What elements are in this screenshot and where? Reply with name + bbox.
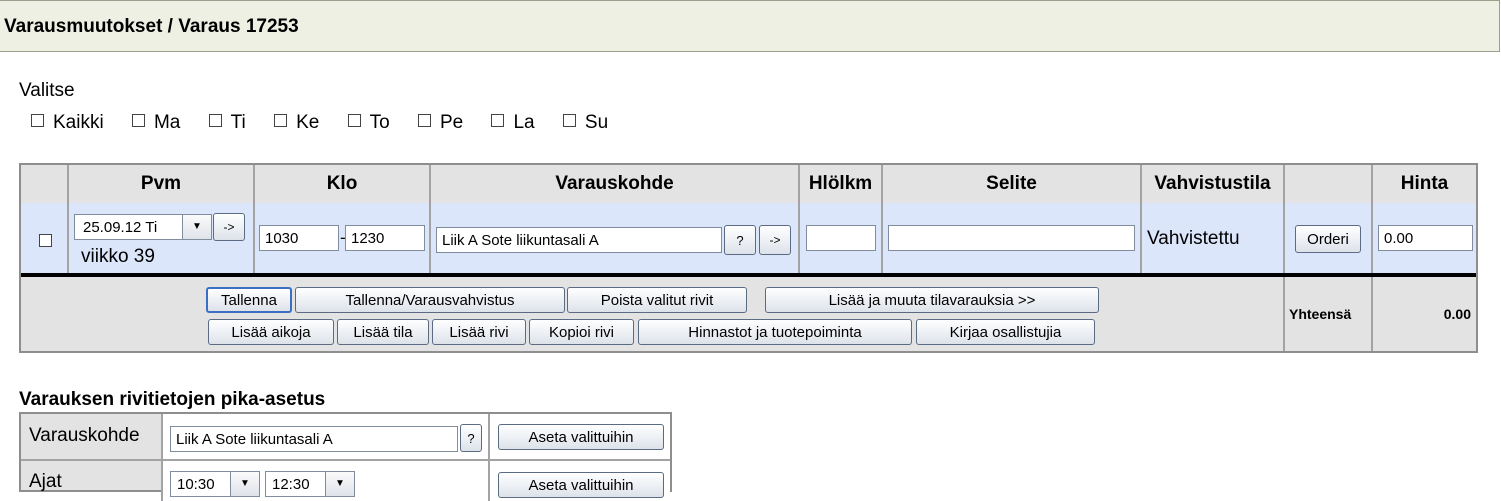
quick-action-cell: Aseta valittuihin (490, 461, 670, 501)
quick-target-label: Varauskohde (29, 425, 140, 446)
col-target: Varauskohde (431, 165, 800, 203)
total-label: Yhteensä (1289, 306, 1352, 322)
row-status-cell: Vahvistettu (1142, 203, 1285, 275)
page-header: Varausmuutokset / Varaus 17253 (0, 0, 1500, 52)
quick-settings-table: Varauskohde ? Aseta valittuihin Ajat 10:… (19, 412, 672, 501)
page-title: Varausmuutokset / Varaus 17253 (4, 16, 299, 37)
col-price: Hinta (1373, 165, 1476, 203)
date-select[interactable]: 25.09.12 Ti ▼ (74, 214, 212, 240)
quick-end-select[interactable]: 12:30 ▼ (265, 471, 355, 497)
target-input[interactable] (436, 227, 722, 253)
checkbox-thu[interactable] (347, 114, 361, 128)
select-label: Valitse (19, 80, 75, 101)
quick-action-cell: Aseta valittuihin (490, 414, 670, 459)
checkbox-sun[interactable] (562, 114, 576, 128)
row-description-cell (883, 203, 1142, 275)
description-input[interactable] (888, 225, 1135, 251)
col-description: Selite (883, 165, 1142, 203)
col-date: Pvm (69, 165, 255, 203)
checkbox-tue[interactable] (208, 114, 222, 128)
status-text: Vahvistettu (1147, 228, 1240, 249)
persons-input[interactable] (806, 225, 876, 251)
row-select-cell (21, 203, 69, 275)
target-arrow-button[interactable]: -> (759, 225, 791, 255)
col-order (1285, 165, 1373, 203)
checkbox-mon[interactable] (131, 114, 145, 128)
checkbox-all[interactable] (31, 114, 44, 128)
quick-row-times: Ajat 10:30 ▼ 12:30 ▼ Aseta valittuihin (21, 461, 670, 501)
chevron-down-icon: ▼ (182, 215, 211, 239)
col-status: Vahvistustila (1142, 165, 1285, 203)
quick-label-cell: Ajat (21, 461, 163, 501)
checkbox-fri[interactable] (417, 114, 431, 128)
time-start-input[interactable] (259, 225, 339, 251)
row-target-cell: ? -> (431, 203, 800, 275)
row-date-cell: 25.09.12 Ti ▼ -> viikko 39 (69, 203, 255, 275)
footer-divider (1283, 277, 1285, 351)
apply-target-button[interactable]: Aseta valittuihin (498, 424, 664, 450)
footer-divider (1371, 277, 1373, 351)
price-input[interactable] (1378, 225, 1473, 251)
day-wed[interactable]: Ke (274, 112, 319, 134)
day-tue[interactable]: Ti (208, 112, 246, 134)
quick-start-select[interactable]: 10:30 ▼ (170, 471, 260, 497)
day-thu[interactable]: To (347, 112, 390, 134)
add-row-button[interactable]: Lisää rivi (432, 319, 526, 345)
table-footer: Tallenna Tallenna/Varausvahvistus Poista… (21, 277, 1476, 351)
save-confirm-button[interactable]: Tallenna/Varausvahvistus (295, 287, 565, 313)
day-fri[interactable]: Pe (417, 112, 463, 134)
row-time-cell: - (255, 203, 431, 275)
day-all[interactable]: Kaikki (31, 112, 104, 134)
quick-settings-title: Varauksen rivitietojen pika-asetus (19, 389, 326, 410)
quick-target-input[interactable] (170, 426, 458, 452)
reservation-table: Pvm Klo Varauskohde Hlölkm Selite Vahvis… (19, 163, 1478, 353)
day-checkbox-group: Kaikki Ma Ti Ke To Pe La Su (31, 112, 631, 134)
checkbox-sat[interactable] (491, 114, 505, 128)
add-room-button[interactable]: Lisää tila (337, 319, 429, 345)
copy-row-button[interactable]: Kopioi rivi (529, 319, 634, 345)
table-row: 25.09.12 Ti ▼ -> viikko 39 - ? -> Vahvis… (21, 203, 1476, 275)
target-help-button[interactable]: ? (724, 225, 756, 255)
day-sun[interactable]: Su (562, 112, 608, 134)
apply-times-button[interactable]: Aseta valittuihin (498, 472, 664, 498)
col-persons: Hlölkm (800, 165, 883, 203)
save-button[interactable]: Tallenna (206, 287, 292, 313)
order-button[interactable]: Orderi (1295, 225, 1361, 253)
row-order-cell: Orderi (1285, 203, 1373, 275)
chevron-down-icon: ▼ (325, 472, 354, 496)
chevron-down-icon: ▼ (230, 472, 259, 496)
price-lists-button[interactable]: Hinnastot ja tuotepoiminta (638, 319, 912, 345)
week-label: viikko 39 (81, 246, 155, 267)
time-end-input[interactable] (345, 225, 425, 251)
add-modify-reservations-button[interactable]: Lisää ja muuta tilavarauksia >> (765, 287, 1099, 313)
row-persons-cell (800, 203, 883, 275)
quick-help-button[interactable]: ? (460, 424, 482, 452)
col-time: Klo (255, 165, 431, 203)
quick-target-cell: ? (163, 414, 490, 459)
delete-selected-button[interactable]: Poista valitut rivit (567, 287, 747, 313)
day-mon[interactable]: Ma (131, 112, 180, 134)
day-sat[interactable]: La (491, 112, 535, 134)
quick-row-target: Varauskohde ? Aseta valittuihin (21, 414, 670, 461)
record-participants-button[interactable]: Kirjaa osallistujia (916, 319, 1095, 345)
checkbox-wed[interactable] (274, 114, 288, 128)
add-times-button[interactable]: Lisää aikoja (208, 319, 334, 345)
quick-times-cell: 10:30 ▼ 12:30 ▼ (163, 461, 490, 501)
date-arrow-button[interactable]: -> (213, 213, 245, 241)
row-price-cell (1373, 203, 1476, 275)
row-checkbox[interactable] (39, 234, 52, 247)
col-select (21, 165, 69, 203)
quick-label-cell: Varauskohde (21, 414, 163, 459)
quick-times-label: Ajat (29, 471, 62, 492)
total-value: 0.00 (1443, 306, 1471, 322)
